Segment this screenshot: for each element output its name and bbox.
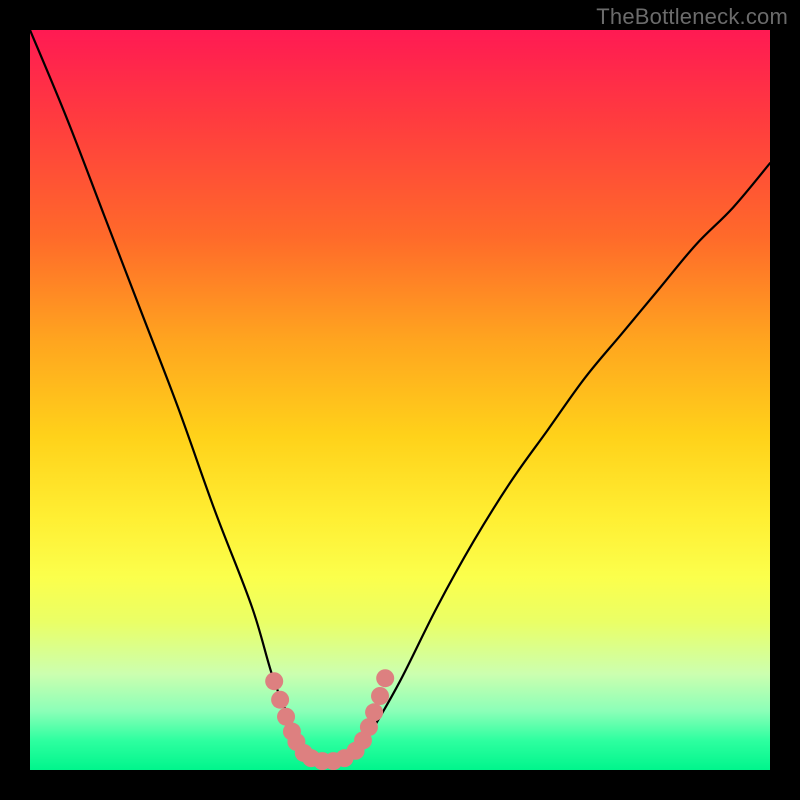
- highlight-markers: [265, 669, 394, 770]
- highlight-dot: [265, 672, 283, 690]
- watermark-text: TheBottleneck.com: [596, 4, 788, 30]
- highlight-dot: [271, 691, 289, 709]
- highlight-dot: [371, 687, 389, 705]
- highlight-dot: [365, 703, 383, 721]
- plot-area: [30, 30, 770, 770]
- bottleneck-curve: [30, 30, 770, 764]
- chart-svg: [30, 30, 770, 770]
- highlight-dot: [376, 669, 394, 687]
- chart-frame: TheBottleneck.com: [0, 0, 800, 800]
